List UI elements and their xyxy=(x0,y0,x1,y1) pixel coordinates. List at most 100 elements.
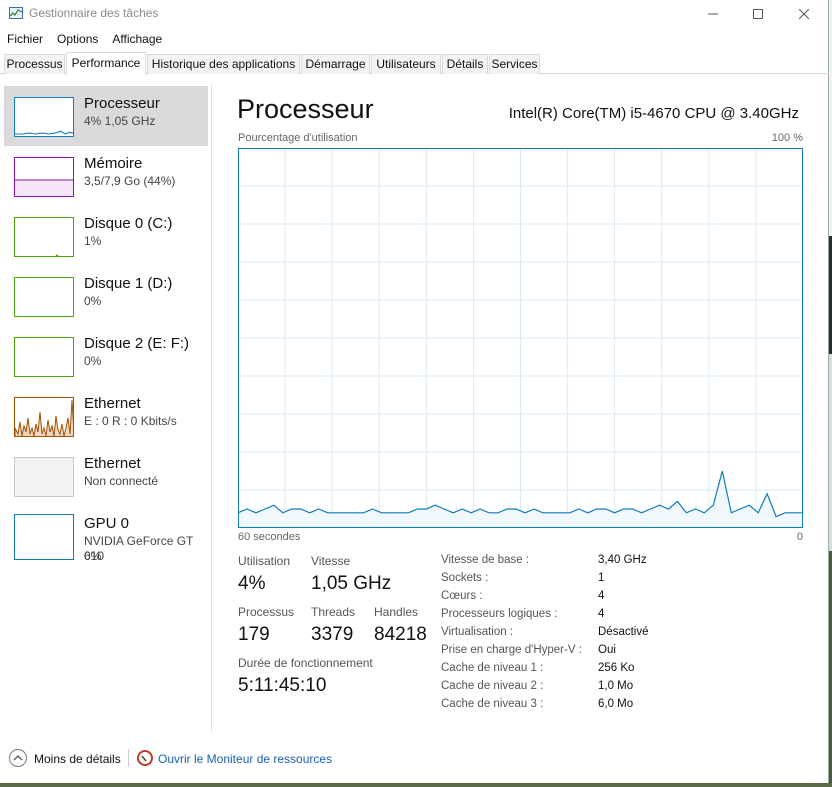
sidebar-subtitle: 0% xyxy=(84,294,102,308)
footer-divider xyxy=(128,749,129,767)
stat-utilisation-label: Utilisation xyxy=(238,554,291,568)
info-value-sockets: 1 xyxy=(598,572,605,584)
footer-bar: Moins de détails Ouvrir le Moniteur de r… xyxy=(0,741,829,775)
sidebar-item-disque-2[interactable]: Disque 2 (E: F:) 0% xyxy=(4,326,208,386)
desktop-background-bottom xyxy=(0,783,832,787)
stat-utilisation-value: 4% xyxy=(238,573,266,594)
sidebar-item-processeur[interactable]: Processeur 4% 1,05 GHz xyxy=(4,86,208,146)
minimize-icon xyxy=(708,13,718,15)
info-value-virtualization: Désactivé xyxy=(598,626,649,638)
close-icon xyxy=(799,9,809,19)
minimize-button[interactable] xyxy=(690,0,736,28)
stat-handles-value: 84218 xyxy=(374,624,427,645)
window-title: Gestionnaire des tâches xyxy=(29,6,159,20)
ethernet-disconnected-thumbnail xyxy=(14,457,74,497)
sidebar-subtitle: NVIDIA GeForce GT 610 xyxy=(84,534,194,563)
tab-processus[interactable]: Processus xyxy=(4,54,65,74)
sidebar-title: Disque 1 (D:) xyxy=(84,275,173,292)
sidebar-subtitle: 1% xyxy=(84,234,102,248)
tab-details[interactable]: Détails xyxy=(442,54,488,74)
memory-thumbnail xyxy=(14,157,74,197)
title-bar: Gestionnaire des tâches xyxy=(0,0,829,28)
info-value-l3-cache: 6,0 Mo xyxy=(598,698,634,710)
sidebar-item-gpu-0[interactable]: GPU 0 NVIDIA GeForce GT 610 0% xyxy=(4,506,208,566)
sidebar-item-memoire[interactable]: Mémoire 3,5/7,9 Go (44%) xyxy=(4,146,208,206)
stat-vitesse-value: 1,05 GHz xyxy=(311,573,392,594)
disk-thumbnail xyxy=(14,217,74,257)
info-key-cores: Cœurs : xyxy=(441,590,483,602)
sidebar-title: Ethernet xyxy=(84,455,141,472)
tab-bar: Processus Performance Historique des app… xyxy=(0,52,829,75)
sidebar-subtitle-2: 0% xyxy=(84,549,102,563)
ethernet-thumbnail xyxy=(14,397,74,437)
disk-thumbnail xyxy=(14,337,74,377)
maximize-button[interactable] xyxy=(735,0,781,28)
sidebar-title: Mémoire xyxy=(84,155,143,172)
sidebar-title: Disque 0 (C:) xyxy=(84,215,173,232)
info-key-l1-cache: Cache de niveau 1 : xyxy=(441,662,544,674)
menu-fichier[interactable]: Fichier xyxy=(0,29,50,49)
task-manager-window: Gestionnaire des tâches Fichier Options … xyxy=(0,0,829,783)
tab-performance[interactable]: Performance xyxy=(66,52,146,75)
info-key-logical-processors: Processeurs logiques : xyxy=(441,608,558,620)
info-key-hyper-v: Prise en charge d'Hyper-V : xyxy=(441,644,582,656)
sidebar-title: Ethernet xyxy=(84,395,141,412)
menu-options[interactable]: Options xyxy=(50,29,105,49)
info-key-virtualization: Virtualisation : xyxy=(441,626,514,638)
disk-thumbnail xyxy=(14,277,74,317)
sidebar-subtitle: 3,5/7,9 Go (44%) xyxy=(84,174,176,188)
tab-utilisateurs[interactable]: Utilisateurs xyxy=(371,54,441,74)
sidebar-subtitle: E : 0 R : 0 Kbits/s xyxy=(84,414,177,428)
resource-monitor-icon[interactable] xyxy=(137,750,153,766)
maximize-icon xyxy=(753,9,763,19)
info-value-l2-cache: 1,0 Mo xyxy=(598,680,634,692)
close-button[interactable] xyxy=(781,0,827,28)
cpu-model-name: Intel(R) Core(TM) i5-4670 CPU @ 3.40GHz xyxy=(508,105,799,122)
sidebar-subtitle: Non connecté xyxy=(84,474,159,488)
sidebar-title: GPU 0 xyxy=(84,515,130,532)
info-value-base-speed: 3,40 GHz xyxy=(598,554,647,566)
graph-time-label: 60 secondes xyxy=(238,531,301,543)
sidebar-title: Processeur xyxy=(84,95,160,112)
resource-sidebar: Processeur 4% 1,05 GHz Mémoire 3,5/7,9 G… xyxy=(0,84,212,732)
task-manager-app-icon xyxy=(9,7,23,19)
page-title: Processeur xyxy=(237,94,374,124)
fewer-details-toggle[interactable] xyxy=(9,749,27,767)
stat-handles-label: Handles xyxy=(374,605,419,619)
sidebar-subtitle: 4% 1,05 GHz xyxy=(84,114,156,128)
info-key-l3-cache: Cache de niveau 3 : xyxy=(441,698,544,710)
sidebar-subtitle: 0% xyxy=(84,354,102,368)
tab-demarrage[interactable]: Démarrage xyxy=(301,54,370,74)
graph-time-zero: 0 xyxy=(796,531,803,543)
gpu-thumbnail xyxy=(14,514,74,560)
fewer-details-link[interactable]: Moins de détails xyxy=(34,752,121,766)
stat-vitesse-label: Vitesse xyxy=(311,554,351,568)
info-value-hyper-v: Oui xyxy=(598,644,616,656)
graph-label: Pourcentage d'utilisation xyxy=(238,132,358,144)
stat-uptime-value: 5:11:45:10 xyxy=(238,675,327,696)
sidebar-item-ethernet-2[interactable]: Ethernet Non connecté xyxy=(4,446,208,506)
stat-uptime-label: Durée de fonctionnement xyxy=(238,656,373,670)
stat-threads-value: 3379 xyxy=(311,624,354,645)
tab-services[interactable]: Services xyxy=(489,54,540,74)
info-key-base-speed: Vitesse de base : xyxy=(441,554,530,566)
stat-threads-label: Threads xyxy=(311,605,356,619)
sidebar-item-disque-0[interactable]: Disque 0 (C:) 1% xyxy=(4,206,208,266)
graph-max-label: 100 % xyxy=(771,132,803,144)
open-resource-monitor-link[interactable]: Ouvrir le Moniteur de ressources xyxy=(158,752,332,766)
info-key-sockets: Sockets : xyxy=(441,572,489,584)
menu-affichage[interactable]: Affichage xyxy=(105,29,169,49)
stat-processus-value: 179 xyxy=(238,624,270,645)
cpu-usage-graph xyxy=(238,148,803,528)
info-value-cores: 4 xyxy=(598,590,605,602)
chevron-up-icon xyxy=(13,755,23,761)
stat-processus-label: Processus xyxy=(238,605,295,619)
sidebar-item-disque-1[interactable]: Disque 1 (D:) 0% xyxy=(4,266,208,326)
tab-historique[interactable]: Historique des applications xyxy=(147,54,300,74)
sidebar-title: Disque 2 (E: F:) xyxy=(84,335,190,352)
info-value-l1-cache: 256 Ko xyxy=(598,662,635,674)
cpu-thumbnail xyxy=(14,97,74,137)
sidebar-item-ethernet-1[interactable]: Ethernet E : 0 R : 0 Kbits/s xyxy=(4,386,208,446)
info-key-l2-cache: Cache de niveau 2 : xyxy=(441,680,544,692)
info-value-logical-processors: 4 xyxy=(598,608,605,620)
